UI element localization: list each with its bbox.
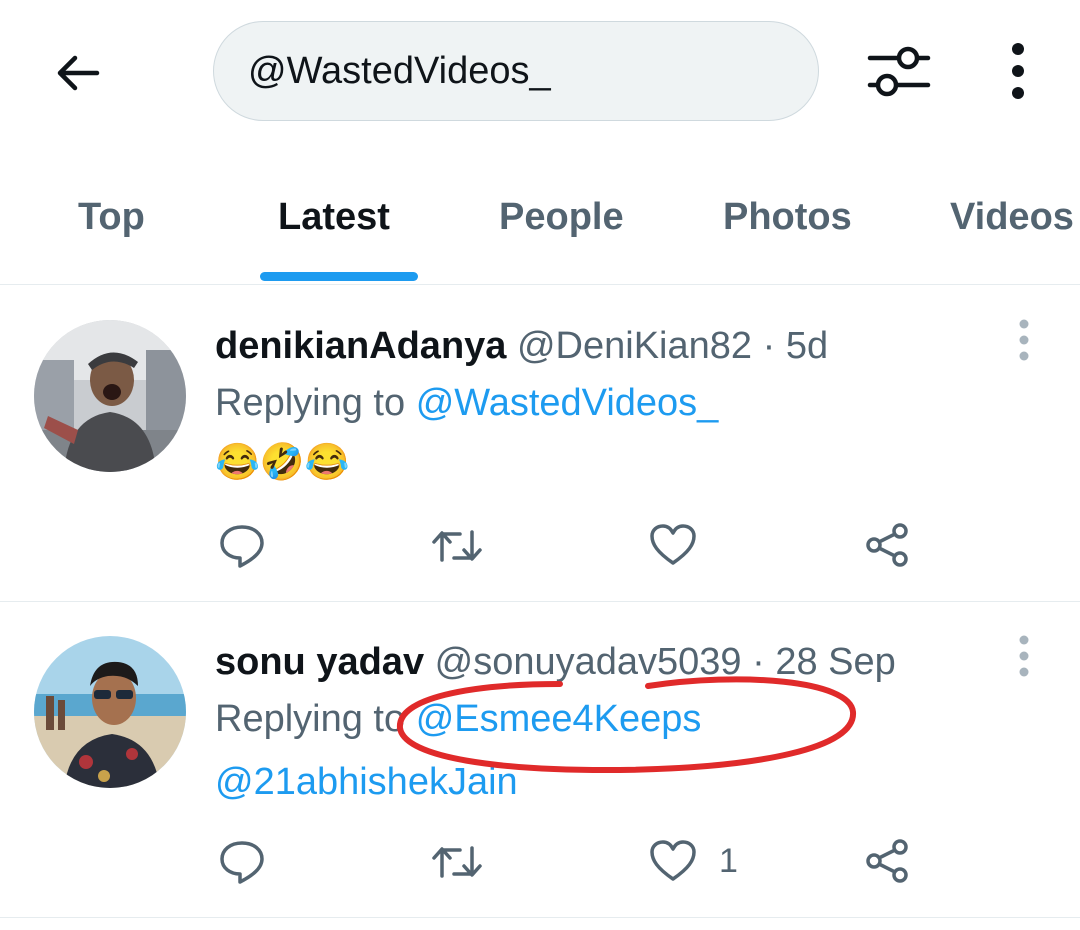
tab-people[interactable]: People — [499, 196, 624, 239]
back-arrow-icon — [57, 55, 100, 91]
reply-context-second: @21abhishekJain — [215, 761, 518, 804]
mention-link[interactable]: @WastedVideos_ — [416, 382, 719, 424]
tweet[interactable]: denikianAdanya @DeniKian82 · 5d Replying… — [0, 285, 1080, 602]
reply-context: Replying to @Esmee4Keeps — [215, 698, 701, 741]
caret-more-icon — [1019, 635, 1029, 677]
like-button[interactable] — [649, 839, 697, 888]
tab-latest[interactable]: Latest — [278, 196, 390, 239]
reply-icon — [220, 841, 264, 884]
tweet-text: 😂🤣😂 — [215, 441, 350, 482]
more-options-button[interactable] — [1000, 40, 1036, 102]
retweet-button[interactable] — [430, 524, 484, 573]
like-icon — [650, 524, 696, 565]
separator: · — [762, 325, 776, 367]
retweet-button[interactable] — [430, 840, 484, 889]
tweet-header: sonu yadav @sonuyadav5039 · 28 Sep — [215, 641, 896, 684]
timestamp[interactable]: 28 Sep — [775, 641, 895, 683]
reply-prefix: Replying to — [215, 382, 406, 424]
display-name[interactable]: sonu yadav — [215, 641, 424, 683]
tab-videos[interactable]: Videos — [950, 196, 1074, 239]
like-count: 1 — [719, 842, 738, 880]
share-icon — [866, 839, 908, 883]
separator: · — [752, 641, 765, 683]
tweet-more-button[interactable] — [1010, 634, 1038, 678]
share-button[interactable] — [864, 837, 912, 890]
back-button[interactable] — [50, 45, 106, 101]
more-vertical-icon — [1012, 43, 1024, 99]
reply-context: Replying to @WastedVideos_ — [215, 382, 718, 425]
like-icon — [650, 840, 696, 881]
reply-prefix: Replying to — [215, 698, 406, 740]
display-name[interactable]: denikianAdanya — [215, 325, 506, 367]
reply-button[interactable] — [218, 522, 266, 575]
reply-icon — [220, 525, 264, 568]
tweet-header: denikianAdanya @DeniKian82 · 5d — [215, 325, 828, 368]
tab-photos[interactable]: Photos — [723, 196, 852, 239]
tweet-more-button[interactable] — [1010, 318, 1038, 362]
search-tabs: Top Latest People Photos Videos — [0, 160, 1080, 285]
user-handle[interactable]: @sonuyadav5039 — [435, 641, 742, 683]
top-bar: @WastedVideos_ — [0, 0, 1080, 140]
mention-link[interactable]: @21abhishekJain — [215, 761, 518, 803]
like-button[interactable] — [649, 523, 697, 572]
retweet-icon — [432, 846, 482, 878]
tab-top[interactable]: Top — [78, 196, 145, 239]
mention-link[interactable]: @Esmee4Keeps — [416, 698, 702, 740]
reply-button[interactable] — [218, 838, 266, 891]
timestamp[interactable]: 5d — [786, 325, 828, 367]
search-query: @WastedVideos_ — [248, 49, 551, 92]
avatar[interactable] — [34, 320, 186, 472]
retweet-icon — [432, 530, 482, 562]
share-button[interactable] — [864, 521, 912, 574]
user-handle[interactable]: @DeniKian82 — [517, 325, 752, 367]
active-tab-indicator — [260, 272, 418, 281]
search-input[interactable]: @WastedVideos_ — [213, 21, 819, 121]
avatar[interactable] — [34, 636, 186, 788]
tweet[interactable]: sonu yadav @sonuyadav5039 · 28 Sep Reply… — [0, 601, 1080, 918]
share-icon — [866, 523, 908, 567]
caret-more-icon — [1019, 319, 1029, 361]
filter-sliders-icon — [867, 46, 931, 97]
search-filter-button[interactable] — [862, 40, 936, 102]
